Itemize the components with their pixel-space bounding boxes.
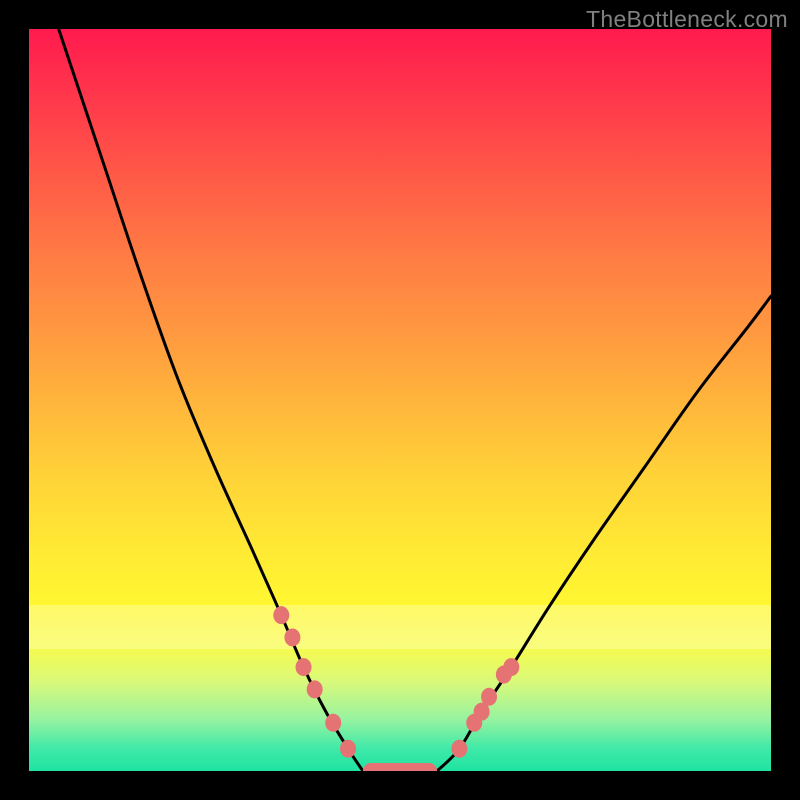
marker-point (340, 740, 356, 758)
valley-floor-bar (363, 763, 437, 771)
plot-area (29, 29, 771, 771)
watermark-text: TheBottleneck.com (586, 6, 788, 33)
marker-point (325, 714, 341, 732)
curve-left-branch (59, 29, 363, 771)
marker-point (481, 688, 497, 706)
chart-frame: TheBottleneck.com (0, 0, 800, 800)
marker-point (284, 628, 300, 646)
marker-point (503, 658, 519, 676)
marker-point (296, 658, 312, 676)
bottleneck-curve (29, 29, 771, 771)
marker-point (451, 740, 467, 758)
marker-point (273, 606, 289, 624)
marker-point (307, 680, 323, 698)
